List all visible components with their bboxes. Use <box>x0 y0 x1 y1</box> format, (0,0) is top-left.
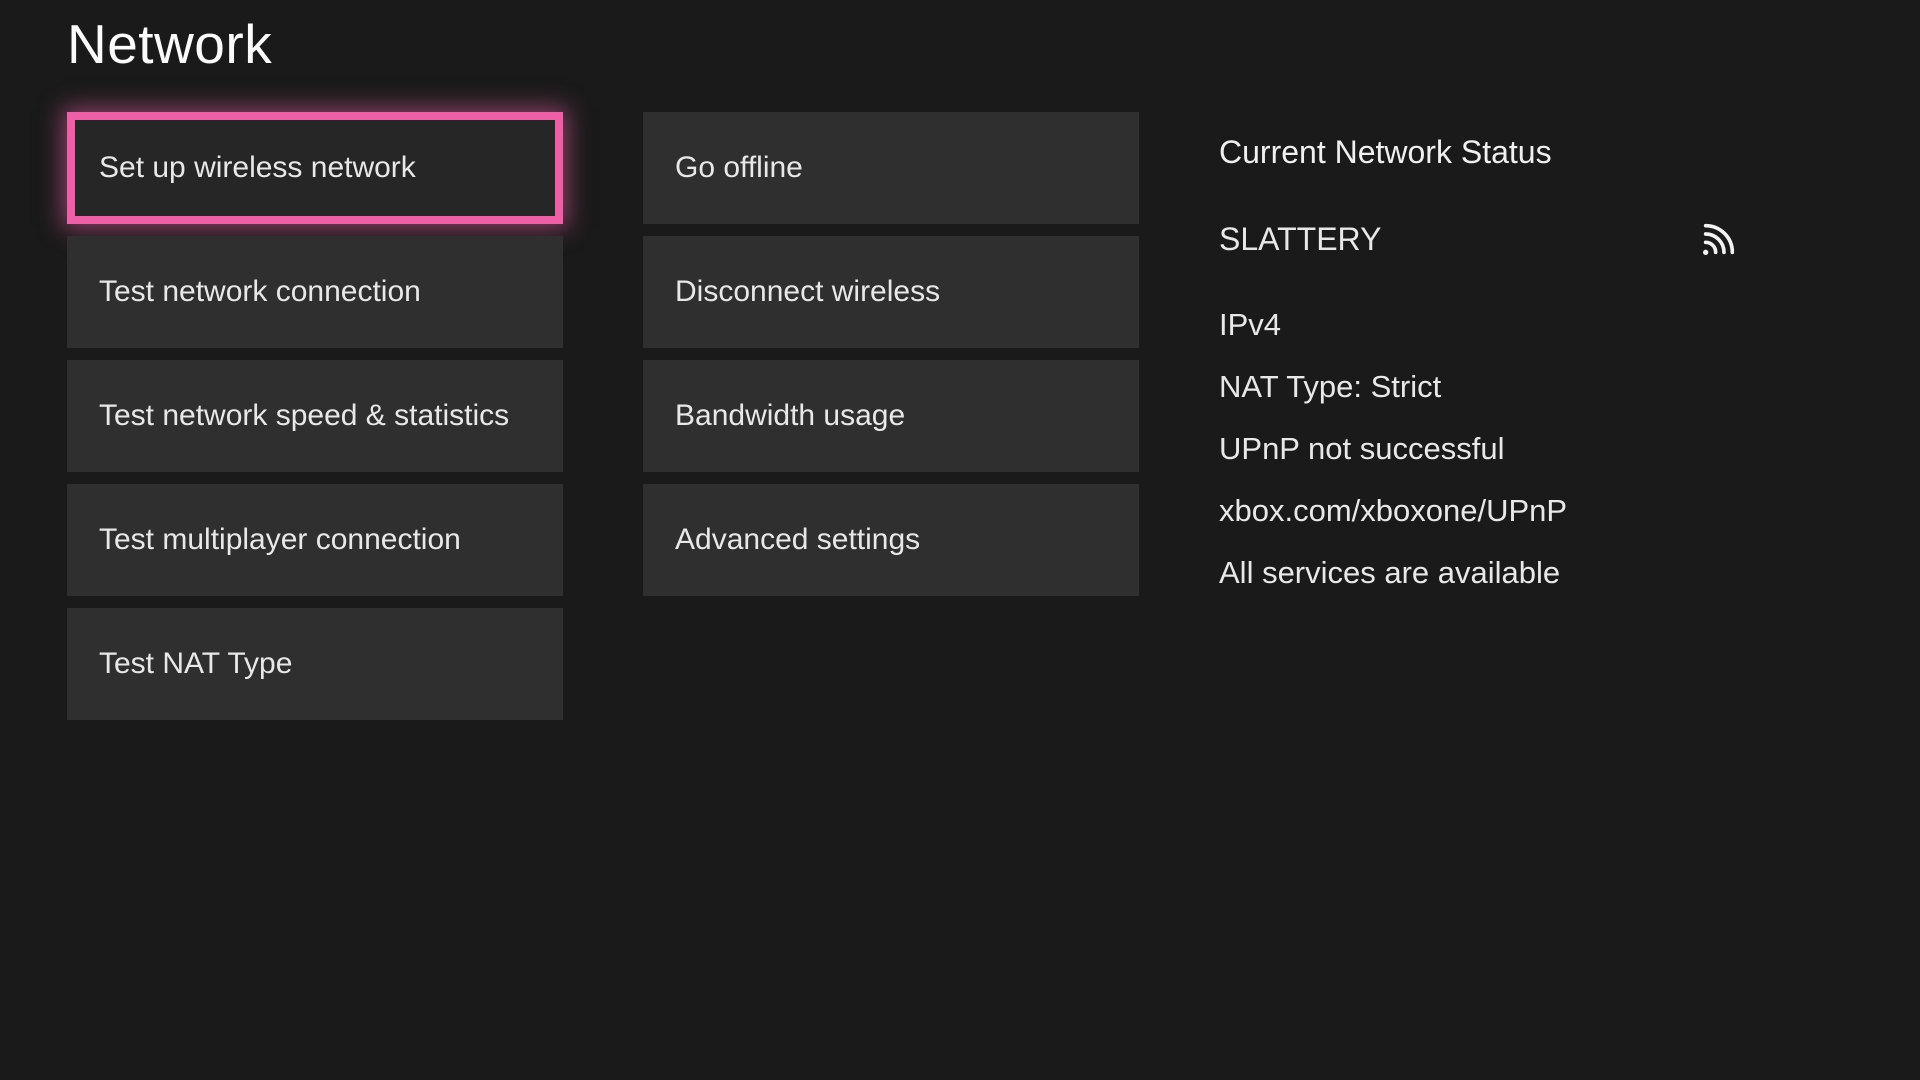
tile-label: Test multiplayer connection <box>99 523 461 557</box>
status-upnp: UPnP not successful <box>1219 431 1739 467</box>
advanced-settings-button[interactable]: Advanced settings <box>643 484 1139 596</box>
network-status-panel: Current Network Status SLATTERY IPv4 NAT… <box>1219 112 1739 591</box>
ssid-row: SLATTERY <box>1219 219 1739 259</box>
settings-column-right: Go offline Disconnect wireless Bandwidth… <box>643 112 1139 596</box>
tile-label: Disconnect wireless <box>675 275 940 309</box>
status-services: All services are available <box>1219 555 1739 591</box>
status-heading: Current Network Status <box>1219 134 1739 171</box>
bandwidth-usage-button[interactable]: Bandwidth usage <box>643 360 1139 472</box>
status-nat-type: NAT Type: Strict <box>1219 369 1739 405</box>
test-multiplayer-button[interactable]: Test multiplayer connection <box>67 484 563 596</box>
test-connection-button[interactable]: Test network connection <box>67 236 563 348</box>
tile-label: Test NAT Type <box>99 647 292 681</box>
tile-label: Bandwidth usage <box>675 399 905 433</box>
wifi-icon <box>1699 219 1739 259</box>
ssid-name: SLATTERY <box>1219 221 1381 258</box>
settings-column-left: Set up wireless network Test network con… <box>67 112 563 720</box>
setup-wireless-button[interactable]: Set up wireless network <box>67 112 563 224</box>
test-speed-button[interactable]: Test network speed & statistics <box>67 360 563 472</box>
tile-label: Advanced settings <box>675 523 920 557</box>
tile-label: Go offline <box>675 151 803 185</box>
tile-label: Test network speed & statistics <box>99 399 509 433</box>
page-title: Network <box>67 12 1860 76</box>
tile-label: Test network connection <box>99 275 421 309</box>
go-offline-button[interactable]: Go offline <box>643 112 1139 224</box>
tile-label: Set up wireless network <box>99 151 416 185</box>
status-upnp-url: xbox.com/xboxone/UPnP <box>1219 493 1739 529</box>
disconnect-wireless-button[interactable]: Disconnect wireless <box>643 236 1139 348</box>
status-ip-version: IPv4 <box>1219 307 1739 343</box>
test-nat-button[interactable]: Test NAT Type <box>67 608 563 720</box>
